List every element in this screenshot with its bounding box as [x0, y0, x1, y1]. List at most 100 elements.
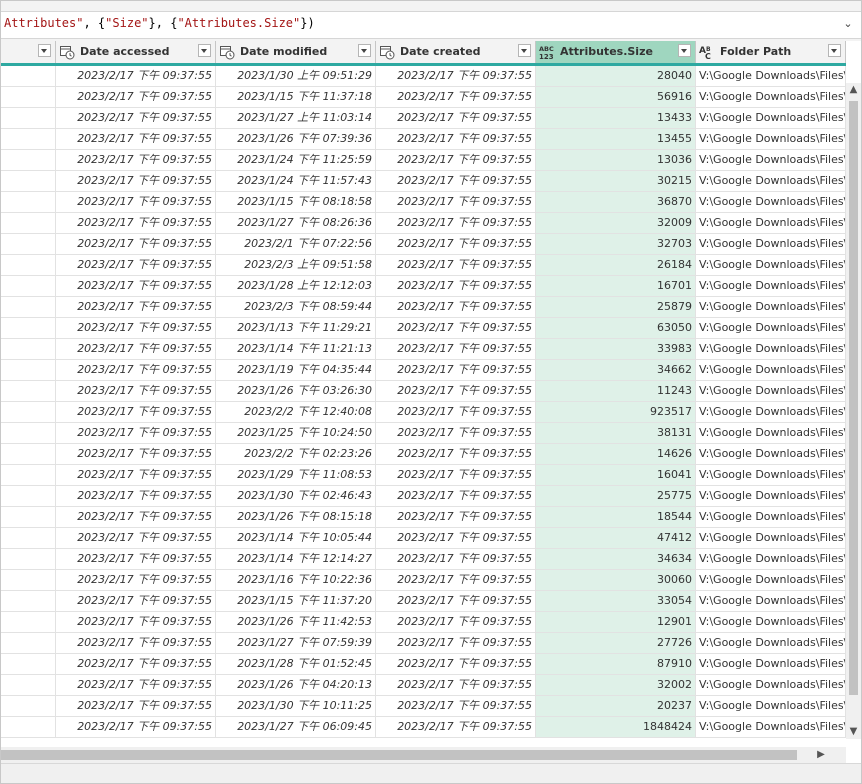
date-created-cell[interactable]: 2023/2/17 下午 09:37:55: [376, 612, 536, 632]
scroll-up-arrow-icon[interactable]: ▲: [846, 83, 861, 97]
table-row[interactable]: 2023/2/17 下午 09:37:55 2023/1/19 下午 04:35:…: [1, 360, 846, 381]
folder-path-cell[interactable]: V:\Google Downloads\Files\: [696, 507, 846, 527]
date-created-cell[interactable]: 2023/2/17 下午 09:37:55: [376, 570, 536, 590]
folder-path-cell[interactable]: V:\Google Downloads\Files\: [696, 339, 846, 359]
table-cell-partial[interactable]: [1, 171, 56, 191]
date-accessed-cell[interactable]: 2023/2/17 下午 09:37:55: [56, 87, 216, 107]
table-row[interactable]: 2023/2/17 下午 09:37:55 2023/2/3 上午 09:51:5…: [1, 255, 846, 276]
table-cell-partial[interactable]: [1, 549, 56, 569]
date-accessed-cell[interactable]: 2023/2/17 下午 09:37:55: [56, 507, 216, 527]
date-accessed-cell[interactable]: 2023/2/17 下午 09:37:55: [56, 129, 216, 149]
date-created-cell[interactable]: 2023/2/17 下午 09:37:55: [376, 276, 536, 296]
table-row[interactable]: 2023/2/17 下午 09:37:55 2023/1/27 下午 06:09:…: [1, 717, 846, 738]
folder-path-cell[interactable]: V:\Google Downloads\Files\: [696, 66, 846, 86]
date-modified-cell[interactable]: 2023/2/3 下午 08:59:44: [216, 297, 376, 317]
attributes-size-cell[interactable]: 47412: [536, 528, 696, 548]
date-created-cell[interactable]: 2023/2/17 下午 09:37:55: [376, 297, 536, 317]
date-accessed-cell[interactable]: 2023/2/17 下午 09:37:55: [56, 318, 216, 338]
date-modified-cell[interactable]: 2023/1/14 下午 10:05:44: [216, 528, 376, 548]
horizontal-scrollbar[interactable]: ▶: [1, 747, 846, 763]
table-row[interactable]: 2023/2/17 下午 09:37:55 2023/1/24 下午 11:25:…: [1, 150, 846, 171]
date-created-cell[interactable]: 2023/2/17 下午 09:37:55: [376, 171, 536, 191]
table-row[interactable]: 2023/2/17 下午 09:37:55 2023/1/14 下午 10:05:…: [1, 528, 846, 549]
folder-path-cell[interactable]: V:\Google Downloads\Files\: [696, 234, 846, 254]
filter-dropdown-icon[interactable]: [678, 44, 691, 57]
date-created-cell[interactable]: 2023/2/17 下午 09:37:55: [376, 423, 536, 443]
date-modified-cell[interactable]: 2023/2/2 下午 02:23:26: [216, 444, 376, 464]
table-cell-partial[interactable]: [1, 192, 56, 212]
scroll-right-arrow-icon[interactable]: ▶: [813, 748, 829, 762]
date-modified-cell[interactable]: 2023/1/28 下午 01:52:45: [216, 654, 376, 674]
table-cell-partial[interactable]: [1, 486, 56, 506]
date-accessed-cell[interactable]: 2023/2/17 下午 09:37:55: [56, 66, 216, 86]
table-cell-partial[interactable]: [1, 318, 56, 338]
filter-dropdown-icon[interactable]: [358, 44, 371, 57]
folder-path-cell[interactable]: V:\Google Downloads\Files\: [696, 276, 846, 296]
date-accessed-cell[interactable]: 2023/2/17 下午 09:37:55: [56, 255, 216, 275]
date-modified-cell[interactable]: 2023/1/27 下午 07:59:39: [216, 633, 376, 653]
table-row[interactable]: 2023/2/17 下午 09:37:55 2023/1/27 下午 08:26:…: [1, 213, 846, 234]
table-row[interactable]: 2023/2/17 下午 09:37:55 2023/2/3 下午 08:59:4…: [1, 297, 846, 318]
date-accessed-cell[interactable]: 2023/2/17 下午 09:37:55: [56, 108, 216, 128]
date-created-cell[interactable]: 2023/2/17 下午 09:37:55: [376, 654, 536, 674]
date-accessed-cell[interactable]: 2023/2/17 下午 09:37:55: [56, 696, 216, 716]
date-created-cell[interactable]: 2023/2/17 下午 09:37:55: [376, 234, 536, 254]
date-accessed-cell[interactable]: 2023/2/17 下午 09:37:55: [56, 486, 216, 506]
date-created-cell[interactable]: 2023/2/17 下午 09:37:55: [376, 381, 536, 401]
table-cell-partial[interactable]: [1, 612, 56, 632]
formula-expand-chevron-icon[interactable]: ⌄: [841, 16, 855, 32]
date-modified-cell[interactable]: 2023/1/27 上午 11:03:14: [216, 108, 376, 128]
date-accessed-cell[interactable]: 2023/2/17 下午 09:37:55: [56, 444, 216, 464]
table-cell-partial[interactable]: [1, 213, 56, 233]
attributes-size-cell[interactable]: 13036: [536, 150, 696, 170]
table-row[interactable]: 2023/2/17 下午 09:37:55 2023/1/30 上午 09:51:…: [1, 66, 846, 87]
attributes-size-cell[interactable]: 27726: [536, 633, 696, 653]
folder-path-cell[interactable]: V:\Google Downloads\Files\: [696, 318, 846, 338]
date-accessed-cell[interactable]: 2023/2/17 下午 09:37:55: [56, 717, 216, 737]
date-created-cell[interactable]: 2023/2/17 下午 09:37:55: [376, 129, 536, 149]
attributes-size-cell[interactable]: 32002: [536, 675, 696, 695]
attributes-size-cell[interactable]: 32009: [536, 213, 696, 233]
date-modified-cell[interactable]: 2023/1/29 下午 11:08:53: [216, 465, 376, 485]
date-modified-cell[interactable]: 2023/1/16 下午 10:22:36: [216, 570, 376, 590]
attributes-size-cell[interactable]: 11243: [536, 381, 696, 401]
attributes-size-cell[interactable]: 16041: [536, 465, 696, 485]
table-row[interactable]: 2023/2/17 下午 09:37:55 2023/2/2 下午 02:23:2…: [1, 444, 846, 465]
table-cell-partial[interactable]: [1, 255, 56, 275]
folder-path-cell[interactable]: V:\Google Downloads\Files\: [696, 570, 846, 590]
table-row[interactable]: 2023/2/17 下午 09:37:55 2023/1/26 下午 07:39:…: [1, 129, 846, 150]
table-row[interactable]: 2023/2/17 下午 09:37:55 2023/1/29 下午 11:08:…: [1, 465, 846, 486]
vertical-scrollbar[interactable]: ▲ ▼: [846, 83, 861, 739]
attributes-size-cell[interactable]: 30060: [536, 570, 696, 590]
date-accessed-cell[interactable]: 2023/2/17 下午 09:37:55: [56, 423, 216, 443]
folder-path-cell[interactable]: V:\Google Downloads\Files\: [696, 486, 846, 506]
date-accessed-cell[interactable]: 2023/2/17 下午 09:37:55: [56, 213, 216, 233]
date-modified-cell[interactable]: 2023/1/26 下午 07:39:36: [216, 129, 376, 149]
table-cell-partial[interactable]: [1, 234, 56, 254]
folder-path-cell[interactable]: V:\Google Downloads\Files\: [696, 423, 846, 443]
table-cell-partial[interactable]: [1, 129, 56, 149]
folder-path-cell[interactable]: V:\Google Downloads\Files\: [696, 675, 846, 695]
table-row[interactable]: 2023/2/17 下午 09:37:55 2023/1/13 下午 11:29:…: [1, 318, 846, 339]
formula-input[interactable]: Attributes", {"Size"}, {"Attributes.Size…: [1, 11, 861, 39]
table-cell-partial[interactable]: [1, 66, 56, 86]
column-header-date-created[interactable]: Date created: [376, 41, 536, 63]
vertical-scroll-thumb[interactable]: [849, 101, 858, 695]
table-row[interactable]: 2023/2/17 下午 09:37:55 2023/1/30 下午 10:11:…: [1, 696, 846, 717]
attributes-size-cell[interactable]: 63050: [536, 318, 696, 338]
table-cell-partial[interactable]: [1, 108, 56, 128]
date-accessed-cell[interactable]: 2023/2/17 下午 09:37:55: [56, 339, 216, 359]
folder-path-cell[interactable]: V:\Google Downloads\Files\: [696, 213, 846, 233]
date-modified-cell[interactable]: 2023/1/13 下午 11:29:21: [216, 318, 376, 338]
date-modified-cell[interactable]: 2023/1/24 下午 11:57:43: [216, 171, 376, 191]
table-row[interactable]: 2023/2/17 下午 09:37:55 2023/2/2 下午 12:40:0…: [1, 402, 846, 423]
table-cell-partial[interactable]: [1, 150, 56, 170]
table-cell-partial[interactable]: [1, 696, 56, 716]
folder-path-cell[interactable]: V:\Google Downloads\Files\: [696, 255, 846, 275]
folder-path-cell[interactable]: V:\Google Downloads\Files\: [696, 654, 846, 674]
folder-path-cell[interactable]: V:\Google Downloads\Files\: [696, 591, 846, 611]
column-header-date-accessed[interactable]: Date accessed: [56, 41, 216, 63]
date-created-cell[interactable]: 2023/2/17 下午 09:37:55: [376, 108, 536, 128]
table-row[interactable]: 2023/2/17 下午 09:37:55 2023/1/28 上午 12:12:…: [1, 276, 846, 297]
table-row[interactable]: 2023/2/17 下午 09:37:55 2023/1/30 下午 02:46:…: [1, 486, 846, 507]
